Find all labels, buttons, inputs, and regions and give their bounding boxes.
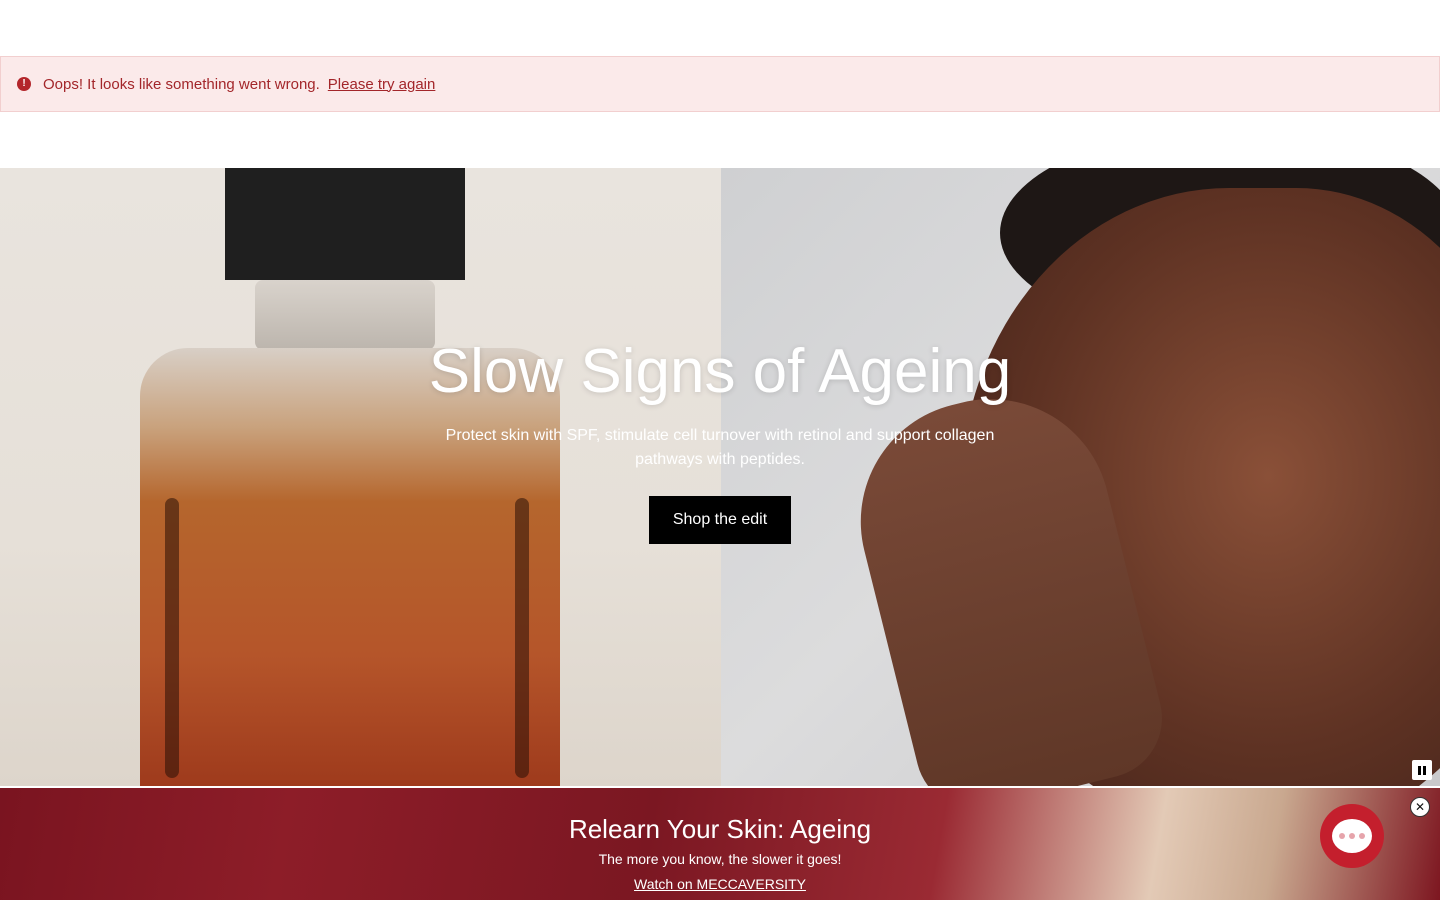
hero-content: Slow Signs of Ageing Protect skin with S… <box>420 338 1020 544</box>
error-alert: ! Oops! It looks like something went wro… <box>0 56 1440 112</box>
try-again-link[interactable]: Please try again <box>328 76 436 93</box>
hero-banner[interactable]: Slow Signs of Ageing Protect skin with S… <box>0 168 1440 786</box>
top-header-area <box>0 0 1440 56</box>
page: ! Oops! It looks like something went wro… <box>0 0 1440 900</box>
promo-title: Relearn Your Skin: Ageing <box>568 814 872 844</box>
hero-subtitle: Protect skin with SPF, stimulate cell tu… <box>445 427 995 468</box>
spacer <box>0 112 1440 168</box>
bottle-neck-shape <box>255 280 435 350</box>
chat-icon <box>1332 819 1372 853</box>
alert-message: Oops! It looks like something went wrong… <box>43 75 320 93</box>
shop-the-edit-button[interactable]: Shop the edit <box>648 496 792 544</box>
error-icon: ! <box>17 77 31 91</box>
bottle-cap-shape <box>225 168 465 280</box>
chat-button[interactable] <box>1320 804 1384 868</box>
promo-banner: Relearn Your Skin: Ageing The more you k… <box>0 788 1440 900</box>
close-icon[interactable]: ✕ <box>1410 797 1430 817</box>
promo-subtitle: The more you know, the slower it goes! <box>598 851 842 867</box>
pause-icon[interactable] <box>1412 760 1432 780</box>
bottle-edge-shape <box>165 498 179 778</box>
watch-meccaversity-link[interactable]: Watch on MECCAVERSITY <box>634 876 806 892</box>
hero-title: Slow Signs of Ageing <box>428 337 1012 406</box>
